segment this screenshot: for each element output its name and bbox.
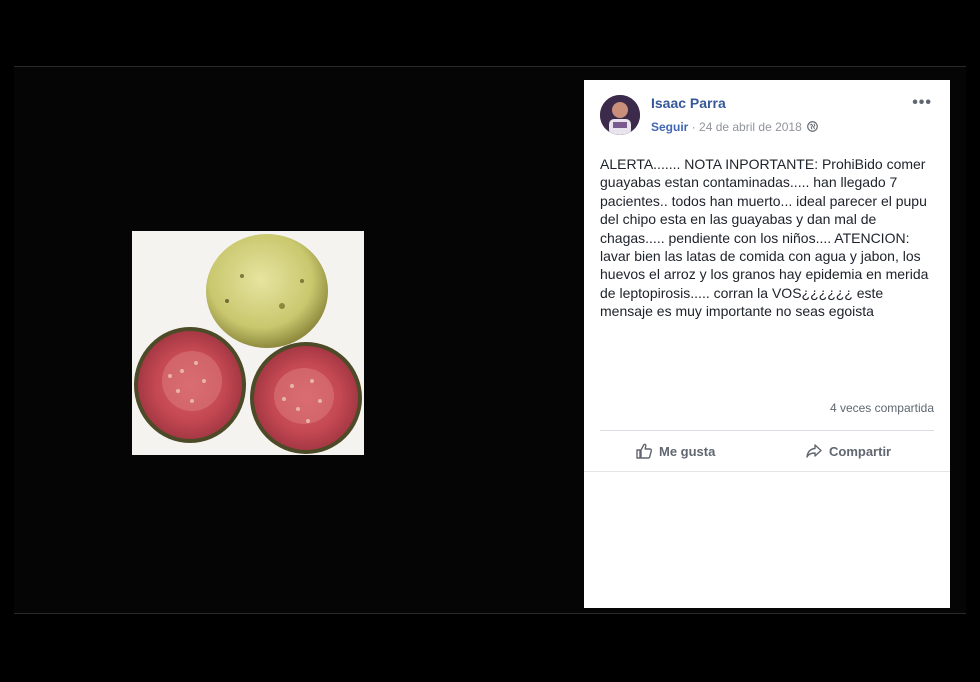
post-panel: Isaac Parra Seguir · 24 de abril de 2018… xyxy=(584,80,950,608)
share-label: Compartir xyxy=(829,443,892,459)
author-avatar[interactable] xyxy=(600,95,640,135)
post-photo-guavas[interactable] xyxy=(132,231,364,455)
meta-separator: · xyxy=(688,120,700,134)
author-name[interactable]: Isaac Parra xyxy=(651,95,726,111)
more-options-icon[interactable]: ••• xyxy=(912,94,932,112)
share-count[interactable]: 4 veces compartida xyxy=(830,401,934,415)
like-button[interactable]: Me gusta xyxy=(635,440,715,462)
like-label: Me gusta xyxy=(659,443,716,459)
actions-divider xyxy=(600,430,934,431)
thumbs-up-icon xyxy=(636,443,653,459)
footer-divider xyxy=(584,471,950,472)
post-date[interactable]: 24 de abril de 2018 xyxy=(699,120,802,134)
share-button[interactable]: Compartir xyxy=(805,440,891,462)
post-body-text: ALERTA....... NOTA INPORTANTE: ProhiBido… xyxy=(600,156,929,320)
globe-icon xyxy=(807,121,818,132)
share-arrow-icon xyxy=(806,444,822,458)
avatar-image xyxy=(600,95,640,135)
post-meta: Seguir · 24 de abril de 2018 xyxy=(651,120,818,134)
follow-link[interactable]: Seguir xyxy=(651,120,688,134)
screenshot-frame: Isaac Parra Seguir · 24 de abril de 2018… xyxy=(0,0,980,682)
guava-image xyxy=(132,231,364,455)
